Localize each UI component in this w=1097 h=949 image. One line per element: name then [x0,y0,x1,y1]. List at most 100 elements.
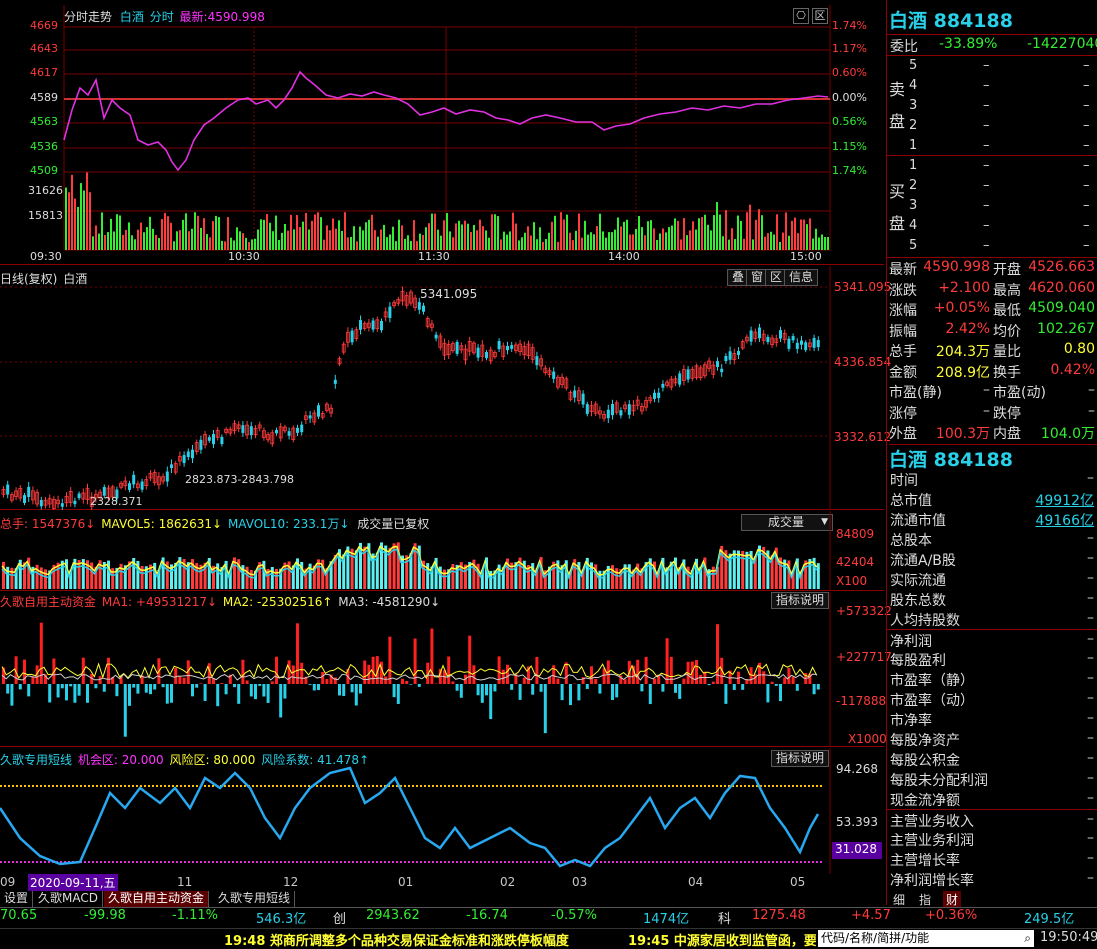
tab-settings[interactable]: 设置 [0,891,33,907]
fund-bar [695,660,698,684]
intraday-volume-bar [821,234,823,250]
fin-row: 市净率– [887,709,1097,729]
fund-bar [334,677,337,684]
intraday-volume-bar [428,223,430,250]
fund-bar [813,684,816,694]
intraday-volume-bar [791,221,793,250]
candle-body [586,404,589,414]
date-tick-first: 09 [0,875,15,889]
fund-bar [418,684,421,687]
stat-value: 204.3万 [936,341,990,361]
intraday-vol-tick: 15813 [28,209,63,222]
volume-bar [443,570,446,589]
tab-detail[interactable]: 细 [893,891,905,908]
daily-panel[interactable]: 日线(复权) 白酒 叠 窗 区 信息 5341.095 2823.873-284… [0,266,884,510]
fund-panel[interactable]: 久歌自用主动资金 MA1: +49531217↓ MA2: -25302516↑… [0,592,884,747]
intraday-volume-bar [599,214,601,250]
intraday-volume-bar [710,230,712,250]
price-dash: – [983,138,990,153]
volume-bar [351,549,354,589]
intraday-volume-bar [251,239,253,250]
candle-body [661,384,664,388]
fin-value: – [1087,850,1094,866]
intraday-volume-bar [86,172,88,250]
vol-tick-2: 42404 [836,555,874,569]
intraday-volume-bar [329,230,331,250]
fund-bar [199,683,202,684]
intraday-volume-bar [119,215,121,250]
fund-bar [388,637,391,684]
vol-tick-3: X100 [836,574,867,588]
candle-body [687,369,690,379]
fund-bar [86,684,89,703]
fund-bar [481,684,484,703]
intraday-volume-bar [647,221,649,250]
fund-bar [796,684,799,691]
fund-bar [666,638,669,684]
fund-bar [216,684,219,706]
intraday-volume-bar [497,216,499,250]
level-number: 1 [909,158,917,173]
volume-bar [372,554,375,589]
tab-finance[interactable]: 财 [943,891,961,908]
tab-macd[interactable]: 久歌MACD [34,891,103,907]
short-panel[interactable]: 久歌专用短线 机会区: 20.000 风险区: 80.000 风险系数: 41.… [0,748,884,874]
intraday-volume-bar [344,212,346,250]
intraday-volume-bar [320,217,322,250]
intraday-volume-bar [461,224,463,250]
candle-body [535,356,538,365]
intraday-volume-bar [77,207,79,250]
fin-value-link[interactable]: 49166亿 [1035,510,1094,530]
candle-body [582,394,585,405]
intraday-volume-bar [80,183,82,250]
intraday-volume-bar [239,231,241,250]
sell-level-row: 1–– [887,136,1097,156]
quote-header: 白酒 884188 [889,6,1013,33]
intraday-volume-bar [623,222,625,250]
fund-bar [472,665,475,684]
news-item[interactable]: 19:45 中源家居收到监管函，要求 [628,930,816,949]
candle-body [208,437,211,441]
tab-fund[interactable]: 久歌自用主动资金 [104,891,209,907]
intraday-volume-bar [317,212,319,250]
intraday-volume-bar [785,212,787,250]
intraday-volume-bar [554,216,556,250]
intraday-volume-bar [452,237,454,250]
stat-label: 均价 [993,321,1021,341]
volume-bar [40,567,43,589]
volume-dash: – [1083,218,1090,233]
intraday-price-tick: 4563 [30,115,58,128]
intraday-volume-bar [137,230,139,250]
intraday-volume-bar [332,219,334,250]
fund-bar [94,684,97,688]
news-item[interactable]: 19:48 郑商所调整多个品种交易保证金标准和涨跌停板幅度 [224,930,569,949]
intraday-volume-bar [374,230,376,250]
volume-panel[interactable]: 总手: 1547376↓ MAVOL5: 1862631↓ MAVOL10: 2… [0,511,884,591]
fin-label: 人均持股数 [890,610,960,630]
intraday-panel[interactable]: 分时走势 白酒 分时 最新:4590.998 ⎔ 区 4669464346174… [0,0,884,265]
fin-label: 现金流净额 [890,790,960,810]
intraday-volume-bar [386,237,388,250]
tab-index[interactable]: 指 [919,891,931,908]
intraday-volume-bar [200,228,202,250]
tab-short[interactable]: 久歌专用短线 [214,891,295,907]
fin-row: 人均持股数– [887,609,1097,629]
fin-label: 每股净资产 [890,730,960,750]
chart-area[interactable]: 分时走势 白酒 分时 最新:4590.998 ⎔ 区 4669464346174… [0,0,884,905]
fund-tick-2: +227717 [836,650,892,664]
intraday-volume-bar [632,234,634,250]
sell-level-row: 4–– [887,76,1097,96]
intraday-volume-bar [758,209,760,250]
candle-body [720,369,723,372]
candle-body [170,464,173,468]
search-input[interactable]: 代码/名称/简拼/功能 ⌕ [818,930,1034,947]
stat-label: 最高 [993,280,1021,300]
intraday-volume-bar [638,216,640,250]
intraday-volume-bar [389,234,391,250]
fund-bar [10,684,13,706]
daily-tick-low: 3332.612 [834,430,891,444]
intraday-volume-bar [455,223,457,250]
date-tick: 04 [688,875,703,889]
high-label: 5341.095 [420,287,477,301]
fin-value-link[interactable]: 49912亿 [1035,490,1094,510]
